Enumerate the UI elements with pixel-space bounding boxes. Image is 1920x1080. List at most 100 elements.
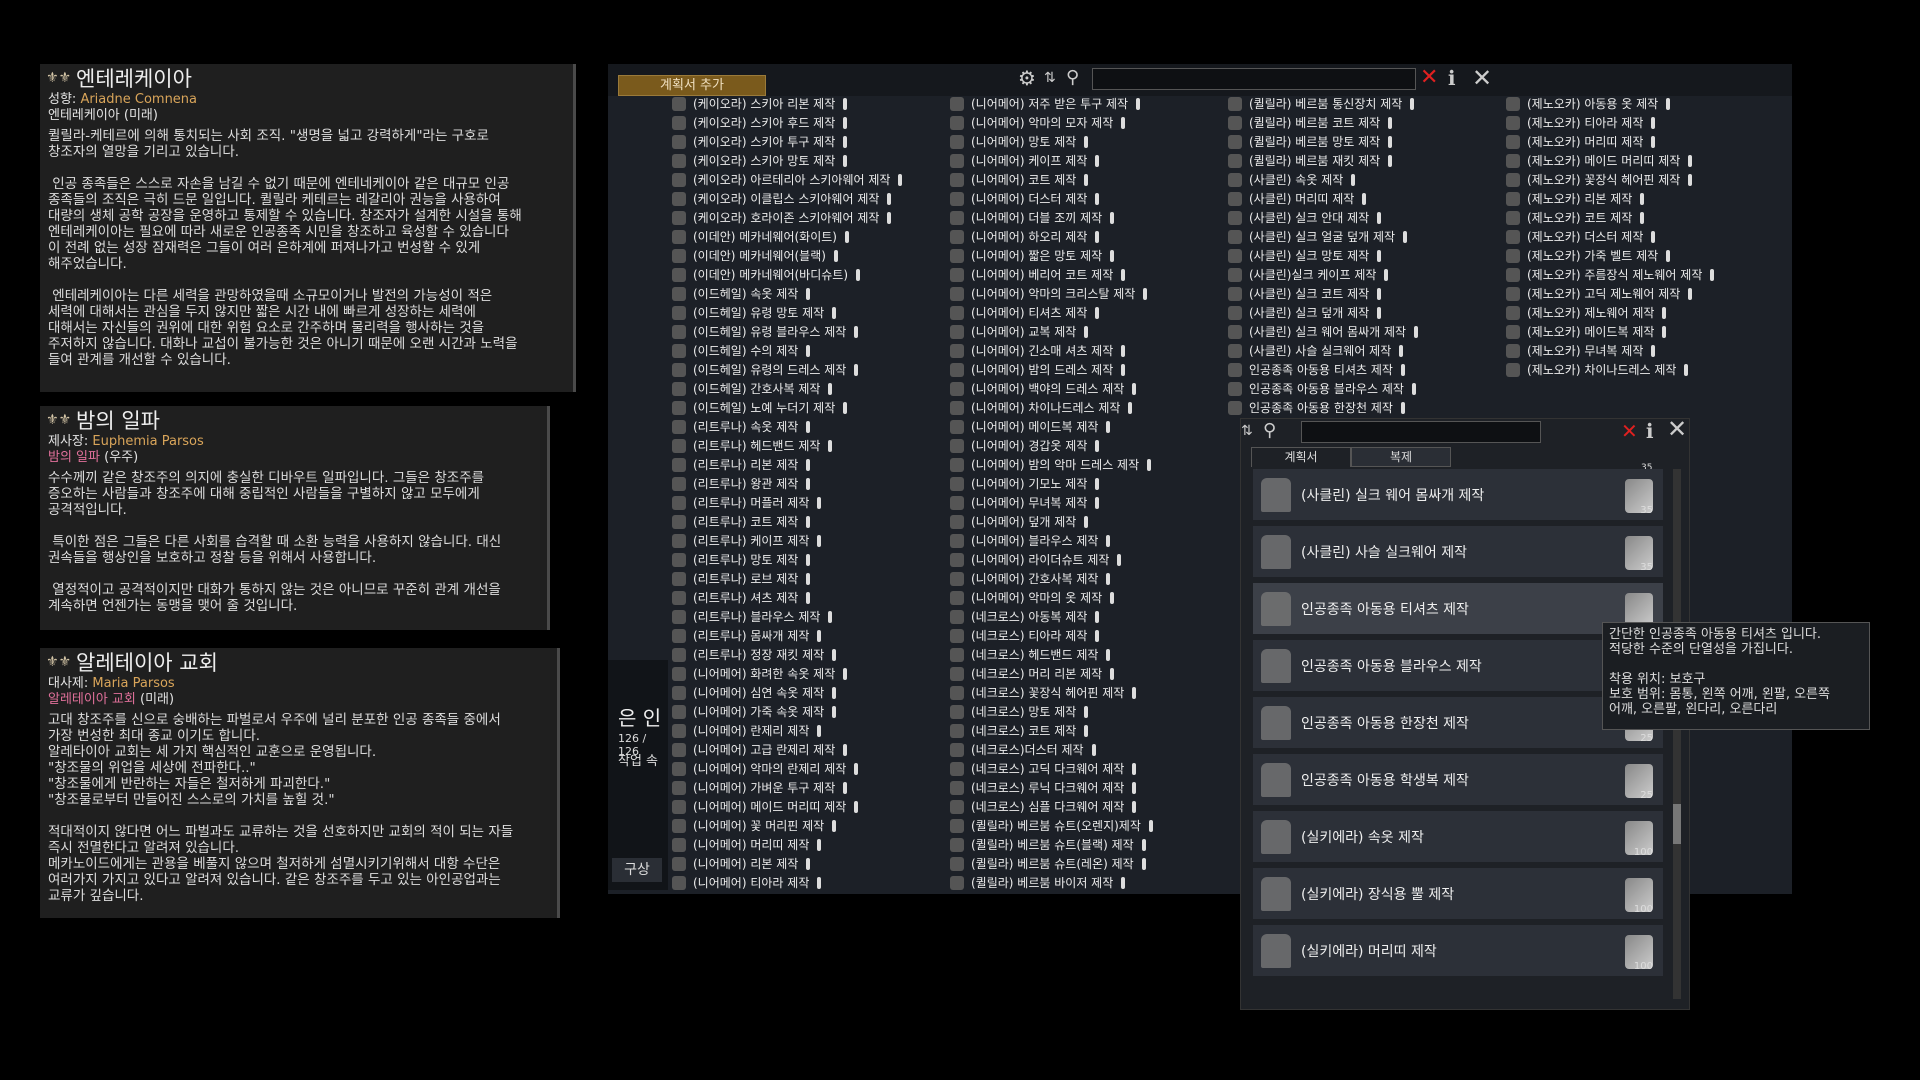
recipe-item[interactable]: (니어메어) 더스터 제작 [946, 189, 1221, 208]
info-pin-icon[interactable] [1091, 743, 1096, 756]
info-pin-icon[interactable] [1684, 363, 1689, 376]
info-pin-icon[interactable] [806, 553, 811, 566]
bill-item[interactable]: (실키에라) 머리띠 제작 100 [1253, 925, 1663, 979]
tab-copy[interactable]: 복제 [1351, 447, 1451, 467]
recipe-item[interactable]: (네크로스) 망토 제작 [946, 702, 1221, 721]
recipe-item[interactable]: (이데안) 메카네웨어(바디슈트) [668, 265, 943, 284]
recipe-item[interactable]: (니어메어) 메이드복 제작 [946, 417, 1221, 436]
sort-icon[interactable]: ⇅ [1241, 417, 1253, 445]
info-pin-icon[interactable] [817, 724, 822, 737]
recipe-item[interactable]: (이드헤일) 간호사복 제작 [668, 379, 943, 398]
info-pin-icon[interactable] [1388, 154, 1393, 167]
recipe-item[interactable]: (네크로스) 코트 제작 [946, 721, 1221, 740]
info-pin-icon[interactable] [817, 534, 822, 547]
recipe-item[interactable]: (니어메어) 경갑옷 제작 [946, 436, 1221, 455]
recipe-item[interactable]: (네크로스) 헤드밴드 제작 [946, 645, 1221, 664]
recipe-item[interactable]: (니어메어) 코트 제작 [946, 170, 1221, 189]
recipe-item[interactable]: (니어메어) 백야의 드레스 제작 [946, 379, 1221, 398]
recipe-item[interactable]: (케이오라) 호라이존 스키아웨어 제작 [668, 208, 943, 227]
recipe-item[interactable]: (이드헤일) 수의 제작 [668, 341, 943, 360]
info-icon[interactable]: ℹ [1646, 417, 1654, 445]
info-pin-icon[interactable] [806, 344, 811, 357]
clear-search-icon[interactable]: ✕ [1420, 64, 1438, 92]
recipe-item[interactable]: (니어메어) 티아라 제작 [668, 873, 943, 892]
info-pin-icon[interactable] [1084, 135, 1089, 148]
info-pin-icon[interactable] [1121, 876, 1126, 889]
recipe-item[interactable]: (리트루나) 코트 제작 [668, 512, 943, 531]
bill-item[interactable]: (실키에라) 속옷 제작 100 [1253, 811, 1663, 865]
recipe-item[interactable]: (니어메어) 덮개 제작 [946, 512, 1221, 531]
recipe-item[interactable]: (사클린) 실크 망토 제작 [1224, 246, 1499, 265]
recipe-item[interactable]: (퀼릴라) 베르붐 슈트(레온) 제작 [946, 854, 1221, 873]
recipe-item[interactable]: (케이오라) 이클립스 스키아웨어 제작 [668, 189, 943, 208]
info-pin-icon[interactable] [828, 439, 833, 452]
recipe-item[interactable]: (니어메어) 심연 속옷 제작 [668, 683, 943, 702]
info-pin-icon[interactable] [1143, 287, 1148, 300]
info-pin-icon[interactable] [1662, 306, 1667, 319]
recipe-item[interactable]: (케이오라) 스키아 투구 제작 [668, 132, 943, 151]
info-pin-icon[interactable] [806, 420, 811, 433]
add-bill-button[interactable]: 계획서 추가 [618, 75, 766, 96]
recipe-item[interactable]: (니어메어) 케이프 제작 [946, 151, 1221, 170]
info-pin-icon[interactable] [1084, 173, 1089, 186]
info-pin-icon[interactable] [1651, 344, 1656, 357]
info-pin-icon[interactable] [806, 591, 811, 604]
recipe-item[interactable]: (네크로스) 꽃장식 헤어핀 제작 [946, 683, 1221, 702]
recipe-item[interactable]: (네크로스) 고딕 다크웨어 제작 [946, 759, 1221, 778]
info-pin-icon[interactable] [833, 249, 838, 262]
info-pin-icon[interactable] [832, 686, 837, 699]
recipe-item[interactable]: (리트루나) 정장 재킷 제작 [668, 645, 943, 664]
info-pin-icon[interactable] [1117, 553, 1122, 566]
info-pin-icon[interactable] [1084, 705, 1089, 718]
info-pin-icon[interactable] [1388, 116, 1393, 129]
recipe-item[interactable]: (니어메어) 저주 받은 투구 제작 [946, 94, 1221, 113]
recipe-item[interactable]: (케이오라) 아르테리아 스키아웨어 제작 [668, 170, 943, 189]
info-pin-icon[interactable] [1147, 458, 1152, 471]
info-pin-icon[interactable] [817, 629, 822, 642]
info-pin-icon[interactable] [832, 648, 837, 661]
recipe-item[interactable]: (리트루나) 헤드밴드 제작 [668, 436, 943, 455]
recipe-item[interactable]: (니어메어) 악마의 크리스탈 제작 [946, 284, 1221, 303]
info-pin-icon[interactable] [843, 667, 848, 680]
info-pin-icon[interactable] [1688, 173, 1693, 186]
info-pin-icon[interactable] [1400, 401, 1405, 414]
recipe-item[interactable]: (니어메어) 베리어 코트 제작 [946, 265, 1221, 284]
recipe-item[interactable]: 인공종족 아동용 한장천 제작 [1224, 398, 1499, 417]
recipe-item[interactable]: (퀼릴라) 베르붐 코트 제작 [1224, 113, 1499, 132]
recipe-item[interactable]: (리트루나) 케이프 제작 [668, 531, 943, 550]
info-pin-icon[interactable] [843, 743, 848, 756]
recipe-item[interactable]: (니어메어) 밤의 악마 드레스 제작 [946, 455, 1221, 474]
recipe-item[interactable]: (퀼릴라) 베르붐 바이저 제작 [946, 873, 1221, 892]
recipe-item[interactable]: (리트루나) 리본 제작 [668, 455, 943, 474]
info-pin-icon[interactable] [1710, 268, 1715, 281]
recipe-item[interactable]: (니어메어) 리본 제작 [668, 854, 943, 873]
info-pin-icon[interactable] [1399, 344, 1404, 357]
info-pin-icon[interactable] [843, 401, 848, 414]
recipe-item[interactable]: (니어메어) 밤의 드레스 제작 [946, 360, 1221, 379]
clear-search-icon[interactable]: ✕ [1621, 417, 1638, 445]
queue-search-input[interactable] [1301, 421, 1541, 443]
close-icon[interactable]: ✕ [1667, 415, 1687, 443]
info-pin-icon[interactable] [898, 173, 903, 186]
recipe-item[interactable]: (사클린) 속옷 제작 [1224, 170, 1499, 189]
recipe-item[interactable]: (이드헤일) 유령 망토 제작 [668, 303, 943, 322]
info-pin-icon[interactable] [887, 192, 892, 205]
info-icon[interactable]: ℹ [1448, 64, 1456, 92]
tab-design[interactable]: 구상 [612, 858, 662, 882]
info-pin-icon[interactable] [1688, 287, 1693, 300]
recipe-item[interactable]: (니어메어) 가죽 속옷 제작 [668, 702, 943, 721]
info-pin-icon[interactable] [1110, 211, 1115, 224]
tab-bills[interactable]: 계획서 [1251, 447, 1351, 467]
info-pin-icon[interactable] [1384, 268, 1389, 281]
info-pin-icon[interactable] [1095, 230, 1100, 243]
info-pin-icon[interactable] [1095, 610, 1100, 623]
info-pin-icon[interactable] [1400, 363, 1405, 376]
info-pin-icon[interactable] [1148, 819, 1153, 832]
info-pin-icon[interactable] [1388, 135, 1393, 148]
recipe-item[interactable]: (케이오라) 스키아 후드 제작 [668, 113, 943, 132]
info-pin-icon[interactable] [1666, 97, 1671, 110]
bill-item[interactable]: 인공종족 아동용 학생복 제작 25 [1253, 754, 1663, 808]
close-icon[interactable]: ✕ [1472, 64, 1492, 92]
info-pin-icon[interactable] [1403, 230, 1408, 243]
info-pin-icon[interactable] [1136, 97, 1141, 110]
